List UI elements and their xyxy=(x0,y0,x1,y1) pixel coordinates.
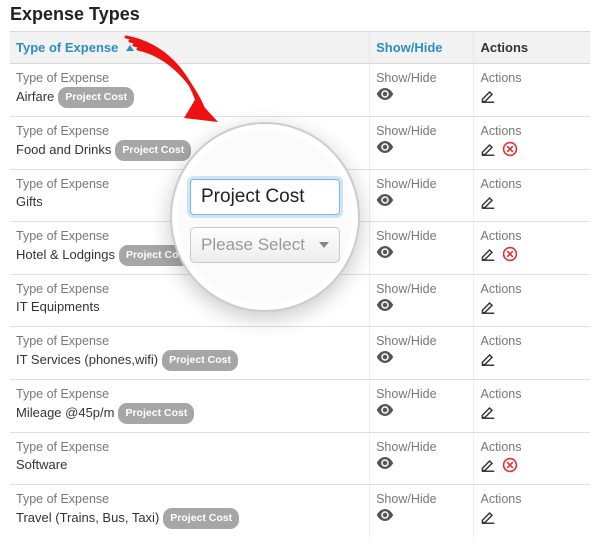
table-row: Type of ExpenseTravel (Trains, Bus, Taxi… xyxy=(10,485,590,538)
eye-icon xyxy=(376,404,394,416)
row-type-label: Type of Expense xyxy=(16,439,363,455)
edit-icon xyxy=(480,509,496,525)
edit-button[interactable] xyxy=(480,461,496,476)
row-type-label: Type of Expense xyxy=(16,333,363,349)
row-show-label: Show/Hide xyxy=(376,333,467,349)
row-type-label: Type of Expense xyxy=(16,386,363,402)
eye-icon xyxy=(376,141,394,153)
table-row: Type of Expense Airfare Project Cost Show/H… xyxy=(10,64,590,117)
edit-button[interactable] xyxy=(480,513,496,528)
header-type-label: Type of Expense xyxy=(16,40,118,55)
eye-icon xyxy=(376,457,394,469)
project-cost-badge: Project Cost xyxy=(162,350,238,371)
edit-button[interactable] xyxy=(480,250,496,265)
visibility-toggle[interactable] xyxy=(376,88,394,103)
eye-icon xyxy=(376,351,394,363)
delete-button[interactable] xyxy=(502,145,518,160)
expense-type-name: Software xyxy=(16,457,67,472)
row-actions-label: Actions xyxy=(480,228,584,244)
delete-icon xyxy=(502,457,518,473)
edit-icon xyxy=(480,351,496,367)
edit-icon xyxy=(480,404,496,420)
row-type-value: Airfare Project Cost xyxy=(16,87,363,108)
delete-icon xyxy=(502,141,518,157)
row-show-label: Show/Hide xyxy=(376,281,467,297)
row-type-value: Travel (Trains, Bus, Taxi) Project Cost xyxy=(16,508,363,529)
row-show-label: Show/Hide xyxy=(376,439,467,455)
edit-icon xyxy=(480,88,496,104)
header-actions-label: Actions xyxy=(480,40,528,55)
visibility-toggle[interactable] xyxy=(376,457,394,472)
expense-type-name: Gifts xyxy=(16,194,43,209)
visibility-toggle[interactable] xyxy=(376,141,394,156)
page-title: Expense Types xyxy=(10,4,590,25)
expense-type-name: Travel (Trains, Bus, Taxi) xyxy=(16,510,159,525)
project-cost-select[interactable]: Please Select xyxy=(190,227,340,263)
row-actions-label: Actions xyxy=(480,123,584,139)
row-type-label: Type of Expense xyxy=(16,491,363,507)
visibility-toggle[interactable] xyxy=(376,299,394,314)
header-show-label: Show/Hide xyxy=(376,40,442,55)
magnifier-callout: Please Select xyxy=(170,122,360,312)
visibility-toggle[interactable] xyxy=(376,351,394,366)
expense-type-name: Food and Drinks xyxy=(16,142,111,157)
table-row: Type of Expense Software Show/Hide Actions xyxy=(10,433,590,485)
row-show-label: Show/Hide xyxy=(376,491,467,507)
delete-icon xyxy=(502,246,518,262)
row-actions-label: Actions xyxy=(480,333,584,349)
row-actions-label: Actions xyxy=(480,281,584,297)
row-actions-label: Actions xyxy=(480,439,584,455)
delete-button[interactable] xyxy=(502,461,518,476)
project-cost-badge: Project Cost xyxy=(58,87,134,108)
expense-type-name: IT Equipments xyxy=(16,299,100,314)
eye-icon xyxy=(376,299,394,311)
expense-type-name: IT Services (phones,wifi) xyxy=(16,352,158,367)
row-actions-label: Actions xyxy=(480,70,584,86)
row-show-label: Show/Hide xyxy=(376,228,467,244)
project-cost-badge: Project Cost xyxy=(163,508,239,529)
eye-icon xyxy=(376,509,394,521)
edit-button[interactable] xyxy=(480,355,496,370)
row-type-label: Type of Expense xyxy=(16,70,363,86)
eye-icon xyxy=(376,246,394,258)
row-type-value: IT Equipments xyxy=(16,298,363,316)
visibility-toggle[interactable] xyxy=(376,404,394,419)
expense-type-name: Mileage @45p/m xyxy=(16,405,114,420)
edit-icon xyxy=(480,457,496,473)
edit-icon xyxy=(480,141,496,157)
sort-asc-icon xyxy=(126,45,134,51)
row-type-value: Mileage @45p/m Project Cost xyxy=(16,403,363,424)
visibility-toggle[interactable] xyxy=(376,194,394,209)
table-row: Type of ExpenseIT Services (phones,wifi)… xyxy=(10,327,590,380)
row-type-value: Software xyxy=(16,456,363,474)
edit-icon xyxy=(480,246,496,262)
row-show-label: Show/Hide xyxy=(376,386,467,402)
expense-type-name: Airfare xyxy=(16,89,54,104)
eye-icon xyxy=(376,194,394,206)
sort-type-of-expense[interactable]: Type of Expense xyxy=(16,40,134,55)
row-type-value: IT Services (phones,wifi) Project Cost xyxy=(16,350,363,371)
row-show-label: Show/Hide xyxy=(376,70,467,86)
edit-button[interactable] xyxy=(480,198,496,213)
table-row: Type of Expense Mileage @45p/m Project Cos… xyxy=(10,380,590,433)
row-actions-label: Actions xyxy=(480,491,584,507)
edit-button[interactable] xyxy=(480,303,496,318)
visibility-toggle[interactable] xyxy=(376,246,394,261)
row-show-label: Show/Hide xyxy=(376,176,467,192)
row-show-label: Show/Hide xyxy=(376,123,467,139)
row-actions-label: Actions xyxy=(480,386,584,402)
edit-button[interactable] xyxy=(480,408,496,423)
eye-icon xyxy=(376,88,394,100)
row-actions-label: Actions xyxy=(480,176,584,192)
edit-button[interactable] xyxy=(480,92,496,107)
delete-button[interactable] xyxy=(502,250,518,265)
edit-button[interactable] xyxy=(480,145,496,160)
edit-icon xyxy=(480,299,496,315)
project-cost-name-input[interactable] xyxy=(190,179,340,215)
project-cost-badge: Project Cost xyxy=(115,140,191,161)
project-cost-badge: Project Cost xyxy=(118,403,194,424)
edit-icon xyxy=(480,194,496,210)
expense-type-name: Hotel & Lodgings xyxy=(16,247,115,262)
